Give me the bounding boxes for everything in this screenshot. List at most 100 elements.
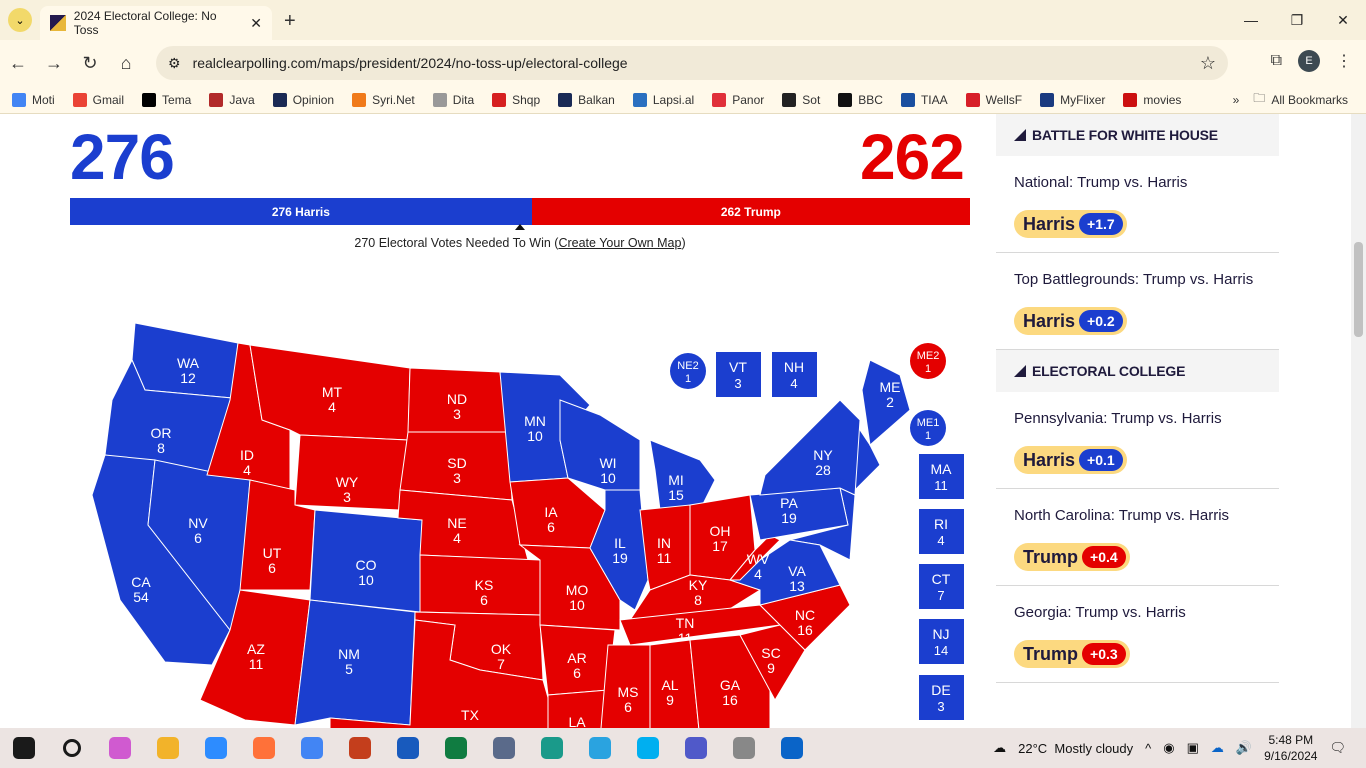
- weather-icon[interactable]: ☁: [993, 740, 1006, 756]
- bookmark-star-icon[interactable]: ☆: [1200, 53, 1216, 74]
- close-tab-icon[interactable]: ✕: [250, 15, 262, 32]
- restore-button[interactable]: ❐: [1274, 0, 1320, 40]
- bookmark-syrinet[interactable]: Syri.Net: [352, 92, 415, 107]
- tab-search-button[interactable]: ⌄: [8, 8, 32, 32]
- home-button[interactable]: ⌂: [108, 53, 144, 74]
- taskbar-outlook[interactable]: [768, 728, 816, 768]
- taskbar-zoom[interactable]: [192, 728, 240, 768]
- state-shape-wy[interactable]: [294, 434, 409, 511]
- show-hidden-icons[interactable]: ^: [1145, 741, 1151, 756]
- taskbar-excel[interactable]: [432, 728, 480, 768]
- camera-icon[interactable]: ▣: [1187, 740, 1199, 756]
- bookmark-lapsial[interactable]: Lapsi.al: [632, 92, 694, 107]
- taskbar-telegram[interactable]: [576, 728, 624, 768]
- taskbar-fax[interactable]: [720, 728, 768, 768]
- state-ev: 4: [937, 533, 944, 548]
- tab-active[interactable]: 2024 Electoral College: No Toss ✕: [40, 6, 272, 40]
- taskbar-copilot[interactable]: [96, 728, 144, 768]
- more-bookmarks-button[interactable]: »: [1233, 93, 1240, 107]
- state-ev: 3: [734, 376, 741, 391]
- weather-text[interactable]: 22°C Mostly cloudy: [1018, 741, 1133, 756]
- bookmark-bbc[interactable]: BBC: [838, 92, 883, 107]
- address-bar[interactable]: ⚙ realclearpolling.com/maps/president/20…: [156, 46, 1228, 80]
- state-label: KS: [475, 577, 494, 593]
- state-label: NV: [188, 515, 208, 531]
- volume-icon[interactable]: 🔊: [1236, 740, 1252, 756]
- extensions-icon[interactable]: ⧉: [1271, 52, 1282, 70]
- race-card[interactable]: North Carolina: Trump vs. Harris Trump +0.…: [996, 489, 1279, 586]
- state-label: NE: [447, 515, 466, 531]
- race-title[interactable]: National: Trump vs. Harris: [1014, 174, 1261, 192]
- reload-button[interactable]: ↻: [72, 53, 108, 74]
- tema-icon: [142, 92, 157, 107]
- district-ev: 1: [685, 373, 691, 385]
- race-title[interactable]: Georgia: Trump vs. Harris: [1014, 604, 1261, 622]
- state-ev: 9: [666, 692, 674, 708]
- taskbar-calculator[interactable]: [480, 728, 528, 768]
- taskbar-start[interactable]: [0, 728, 48, 768]
- bookmark-movies[interactable]: movies: [1123, 92, 1181, 107]
- taskbar-powerpoint[interactable]: [336, 728, 384, 768]
- new-tab-button[interactable]: +: [284, 10, 296, 33]
- notification-icon[interactable]: 🗨: [1329, 740, 1346, 756]
- state-label: CA: [131, 574, 151, 590]
- state-shape-ny[interactable]: [759, 399, 861, 496]
- bookmark-gmail[interactable]: Gmail: [72, 92, 124, 107]
- taskbar-edge[interactable]: [528, 728, 576, 768]
- spread-value: +0.1: [1079, 449, 1123, 471]
- page-content: 276 262 276 Harris 262 Trump 270 Elector…: [0, 114, 1366, 728]
- bookmark-dita[interactable]: Dita: [432, 92, 474, 107]
- race-title[interactable]: Pennsylvania: Trump vs. Harris: [1014, 410, 1261, 428]
- race-card[interactable]: Georgia: Trump vs. Harris Trump +0.3: [996, 586, 1279, 683]
- state-ev: 4: [754, 566, 762, 582]
- state-label: ND: [447, 391, 467, 407]
- bookmark-tema[interactable]: Tema: [142, 92, 191, 107]
- profile-avatar[interactable]: E: [1298, 50, 1320, 72]
- state-ev: 4: [328, 399, 336, 415]
- close-window-button[interactable]: ✕: [1320, 0, 1366, 40]
- taskbar-file-explorer[interactable]: [144, 728, 192, 768]
- back-button[interactable]: ←: [0, 53, 36, 74]
- bookmark-shqp[interactable]: Shqp: [492, 92, 540, 107]
- all-bookmarks-button[interactable]: 🗀 All Bookmarks: [1253, 89, 1348, 110]
- state-label: TN: [676, 615, 695, 631]
- scrollbar[interactable]: [1351, 114, 1366, 728]
- taskbar-chrome[interactable]: [288, 728, 336, 768]
- taskbar-word[interactable]: [384, 728, 432, 768]
- race-title[interactable]: Top Battlegrounds: Trump vs. Harris: [1014, 271, 1261, 289]
- menu-icon[interactable]: ⋮: [1336, 51, 1352, 71]
- bookmark-panor[interactable]: Panor: [712, 92, 764, 107]
- record-icon[interactable]: ◉: [1163, 740, 1174, 756]
- bookmark-moti[interactable]: Moti: [12, 92, 55, 107]
- race-title[interactable]: North Carolina: Trump vs. Harris: [1014, 507, 1261, 525]
- race-card[interactable]: Top Battlegrounds: Trump vs. Harris Harri…: [996, 253, 1279, 350]
- state-ev: 8: [157, 440, 165, 456]
- bookmark-opinion[interactable]: Opinion: [272, 92, 334, 107]
- bookmark-java[interactable]: Java: [209, 92, 255, 107]
- scrollbar-thumb[interactable]: [1354, 242, 1363, 337]
- site-info-icon[interactable]: ⚙: [168, 55, 181, 72]
- state-label: WA: [177, 355, 200, 371]
- onedrive-icon[interactable]: ☁: [1211, 740, 1224, 756]
- taskbar-teams[interactable]: [672, 728, 720, 768]
- bookmark-myflixer[interactable]: MyFlixer: [1040, 92, 1105, 107]
- bookmark-tiaa[interactable]: TIAA: [900, 92, 948, 107]
- taskbar-skype[interactable]: [624, 728, 672, 768]
- taskbar-firefox[interactable]: [240, 728, 288, 768]
- bookmark-balkan[interactable]: Balkan: [558, 92, 615, 107]
- opinion-icon: [272, 92, 287, 107]
- race-card[interactable]: Pennsylvania: Trump vs. Harris Harris +0.1: [996, 392, 1279, 489]
- race-card[interactable]: National: Trump vs. Harris Harris +1.7: [996, 156, 1279, 253]
- forward-button[interactable]: →: [36, 53, 72, 74]
- clock[interactable]: 5:48 PM 9/16/2024: [1264, 732, 1317, 764]
- chrome-icon: [301, 737, 323, 759]
- bookmark-sot[interactable]: Sot: [782, 92, 820, 107]
- state-ev: 6: [573, 665, 581, 681]
- state-shape-nm[interactable]: [294, 599, 416, 726]
- taskbar-search[interactable]: [48, 728, 96, 768]
- all-bookmarks-label: All Bookmarks: [1271, 92, 1348, 107]
- minimize-button[interactable]: —: [1228, 0, 1274, 40]
- bookmark-wellsf[interactable]: WellsF: [965, 92, 1022, 107]
- state-label: AR: [567, 650, 586, 666]
- state-label: OK: [491, 641, 512, 657]
